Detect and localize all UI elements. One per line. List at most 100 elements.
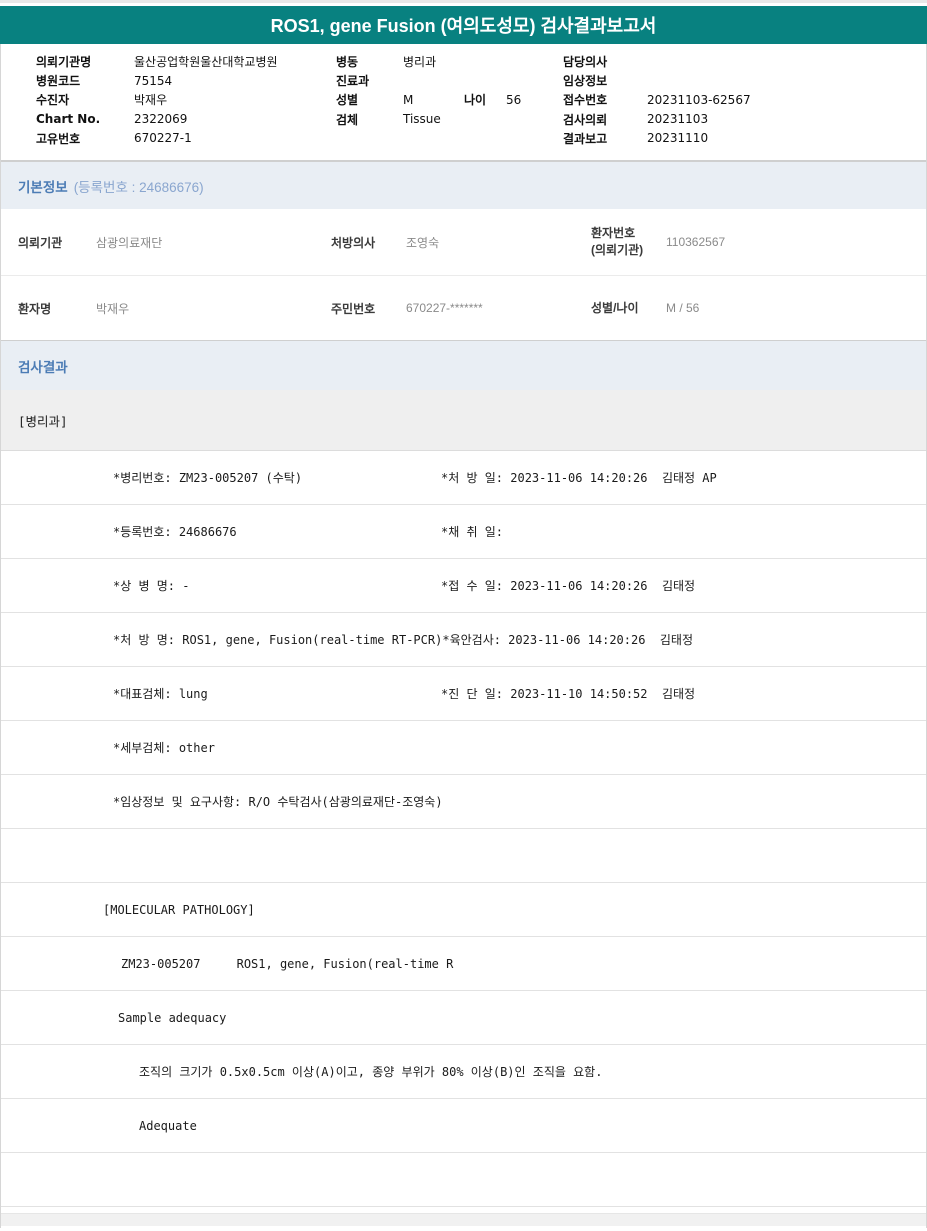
department-row: [병리과] bbox=[1, 390, 926, 451]
patient-header: 의뢰기관명 울산공업학원울산대학교병원 병원코드 75154 수진자 박재우 C… bbox=[1, 44, 926, 161]
cell-value: 삼광의료재단 bbox=[96, 235, 163, 250]
field-value: 75154 bbox=[134, 73, 173, 88]
page-title: ROS1, gene Fusion (여의도성모) 검사결과보고서 bbox=[270, 16, 657, 36]
field-label: 병동 bbox=[336, 55, 359, 70]
field-label: 성별 bbox=[336, 93, 359, 108]
cell-value: 조영숙 bbox=[406, 235, 440, 250]
field-value: Tissue bbox=[403, 112, 441, 127]
field-result-report-date: 결과보고 20231110 bbox=[563, 129, 751, 148]
patient-header-left-column: 의뢰기관명 울산공업학원울산대학교병원 병원코드 75154 수진자 박재우 C… bbox=[36, 52, 278, 148]
basic-info-row: 환자명 박재우 주민번호 670227-******* 성별/나이 M / 56 bbox=[1, 276, 926, 340]
result-row-disease-name: *상 병 명: - *접 수 일: 2023-11-06 14:20:26 김태… bbox=[1, 559, 926, 613]
report-title-bar: ROS1, gene Fusion (여의도성모) 검사결과보고서 bbox=[0, 6, 927, 44]
result-left: *대표검체: lung bbox=[113, 687, 208, 701]
result-left: ZM23-005207 ROS1, gene, Fusion(real-time… bbox=[121, 956, 454, 971]
result-row-registration-no: *등록번호: 24686676 *채 취 일: bbox=[1, 505, 926, 559]
field-label: 고유번호 bbox=[36, 131, 81, 146]
result-right: *접 수 일: 2023-11-06 14:20:26 김태정 bbox=[441, 579, 696, 593]
field-value-age: 56 bbox=[506, 92, 522, 107]
section-title: 검사결과 bbox=[18, 359, 68, 375]
cell-value: 110362567 bbox=[666, 235, 726, 249]
field-label: Chart No. bbox=[36, 112, 101, 127]
footer-bar bbox=[1, 1213, 926, 1226]
patient-header-middle-column: 병동 병리과 진료과 성별 M 나이 56 검체 Tissue bbox=[336, 52, 521, 129]
result-left: Sample adequacy bbox=[118, 1010, 227, 1025]
field-requesting-org: 의뢰기관명 울산공업학원울산대학교병원 bbox=[36, 52, 278, 71]
field-label-age: 나이 bbox=[464, 93, 487, 108]
results-section-header: 검사결과 bbox=[1, 340, 926, 390]
result-left: [MOLECULAR PATHOLOGY] bbox=[103, 902, 255, 917]
field-receipt-no: 접수번호 20231103-62567 bbox=[563, 90, 751, 109]
cell-label-patient-no: 환자번호 (의뢰기관) bbox=[591, 225, 666, 259]
cell-label-prescribing-doctor: 처방의사 bbox=[331, 235, 376, 250]
field-value: 병리과 bbox=[403, 55, 437, 70]
result-left: *처 방 명: ROS1, gene, Fusion(real-time RT-… bbox=[113, 633, 443, 647]
field-value: M bbox=[403, 92, 414, 107]
field-label: 접수번호 bbox=[563, 93, 608, 108]
section-subtitle: (등록번호 : 24686676) bbox=[73, 179, 204, 195]
cell-label-sex-age: 성별/나이 bbox=[591, 300, 639, 315]
field-value: 울산공업학원울산대학교병원 bbox=[134, 55, 278, 70]
result-right: *육안검사: 2023-11-06 14:20:26 김태정 bbox=[442, 633, 694, 647]
field-value: 670227-1 bbox=[134, 131, 192, 146]
field-label: 검체 bbox=[336, 112, 359, 127]
basic-info-section-header: 기본정보 (등록번호 : 24686676) bbox=[1, 161, 926, 209]
field-department: 진료과 bbox=[336, 71, 521, 90]
field-label: 임상정보 bbox=[563, 74, 608, 89]
field-value: 박재우 bbox=[134, 93, 168, 108]
result-right: *처 방 일: 2023-11-06 14:20:26 김태정 AP bbox=[441, 471, 717, 485]
field-clinical-info: 임상정보 bbox=[563, 71, 751, 90]
field-ward: 병동 병리과 bbox=[336, 52, 521, 71]
patient-header-right-column: 담당의사 임상정보 접수번호 20231103-62567 검사의뢰 20231… bbox=[563, 52, 751, 148]
field-hospital-code: 병원코드 75154 bbox=[36, 71, 278, 90]
field-value: 2322069 bbox=[134, 112, 188, 127]
result-left: Adequate bbox=[139, 1118, 197, 1133]
result-row-pathology-no: *병리번호: ZM23-005207 (수탁) *처 방 일: 2023-11-… bbox=[1, 451, 926, 505]
result-row-empty bbox=[1, 1153, 926, 1207]
department-label: [병리과] bbox=[18, 413, 68, 429]
field-test-request-date: 검사의뢰 20231103 bbox=[563, 110, 751, 129]
result-row-detailed-specimen: *세부검체: other bbox=[1, 721, 926, 775]
result-left: *상 병 명: - bbox=[113, 579, 190, 593]
result-right: *채 취 일: bbox=[441, 525, 504, 539]
field-examinee: 수진자 박재우 bbox=[36, 90, 278, 109]
result-row-adequacy-criteria: 조직의 크기가 0.5x0.5cm 이상(A)이고, 종양 부위가 80% 이상… bbox=[1, 1045, 926, 1099]
field-specimen: 검체 Tissue bbox=[336, 110, 521, 129]
basic-info-row: 의뢰기관 삼광의료재단 처방의사 조영숙 환자번호 (의뢰기관) 11036256… bbox=[1, 209, 926, 276]
field-chart-no: Chart No. 2322069 bbox=[36, 110, 278, 129]
field-label: 병원코드 bbox=[36, 74, 81, 89]
result-row-molecular-pathology-heading: [MOLECULAR PATHOLOGY] bbox=[1, 883, 926, 937]
field-label: 수진자 bbox=[36, 93, 70, 108]
field-value: 20231103 bbox=[647, 112, 709, 127]
cell-label-patient-name: 환자명 bbox=[18, 301, 52, 316]
report-page: ROS1, gene Fusion (여의도성모) 검사결과보고서 의뢰기관명 … bbox=[0, 0, 927, 1228]
cell-value: 670227-******* bbox=[406, 301, 483, 315]
field-label: 의뢰기관명 bbox=[36, 55, 92, 70]
section-title: 기본정보 bbox=[18, 179, 68, 195]
result-left: *임상정보 및 요구사항: R/O 수탁검사(삼광의료재단-조영숙) bbox=[113, 795, 443, 809]
cell-value: M / 56 bbox=[666, 301, 700, 315]
result-row-adequacy-result: Adequate bbox=[1, 1099, 926, 1153]
result-row-clinical-info-request: *임상정보 및 요구사항: R/O 수탁검사(삼광의료재단-조영숙) bbox=[1, 775, 926, 829]
result-left: *등록번호: 24686676 bbox=[113, 525, 237, 539]
result-row-empty bbox=[1, 829, 926, 883]
cell-label-line2: (의뢰기관) bbox=[591, 243, 644, 257]
cell-label-resident-no: 주민번호 bbox=[331, 301, 376, 316]
result-row-sample-adequacy-heading: Sample adequacy bbox=[1, 991, 926, 1045]
result-row-prescription-name: *처 방 명: ROS1, gene, Fusion(real-time RT-… bbox=[1, 613, 926, 667]
field-label: 담당의사 bbox=[563, 55, 608, 70]
field-value: 20231103-62567 bbox=[647, 92, 751, 107]
field-sex-age: 성별 M 나이 56 bbox=[336, 90, 521, 109]
report-content: 의뢰기관명 울산공업학원울산대학교병원 병원코드 75154 수진자 박재우 C… bbox=[0, 44, 927, 1228]
cell-value: 박재우 bbox=[96, 301, 130, 316]
result-row-test-id: ZM23-005207 ROS1, gene, Fusion(real-time… bbox=[1, 937, 926, 991]
result-left: *병리번호: ZM23-005207 (수탁) bbox=[113, 471, 303, 485]
result-left: *세부검체: other bbox=[113, 741, 215, 755]
field-unique-no: 고유번호 670227-1 bbox=[36, 129, 278, 148]
field-value: 20231110 bbox=[647, 131, 709, 146]
field-label: 검사의뢰 bbox=[563, 112, 608, 127]
cell-label-requesting-org: 의뢰기관 bbox=[18, 235, 63, 250]
result-left: 조직의 크기가 0.5x0.5cm 이상(A)이고, 종양 부위가 80% 이상… bbox=[139, 1065, 603, 1079]
field-label: 진료과 bbox=[336, 74, 370, 89]
field-label: 결과보고 bbox=[563, 131, 608, 146]
